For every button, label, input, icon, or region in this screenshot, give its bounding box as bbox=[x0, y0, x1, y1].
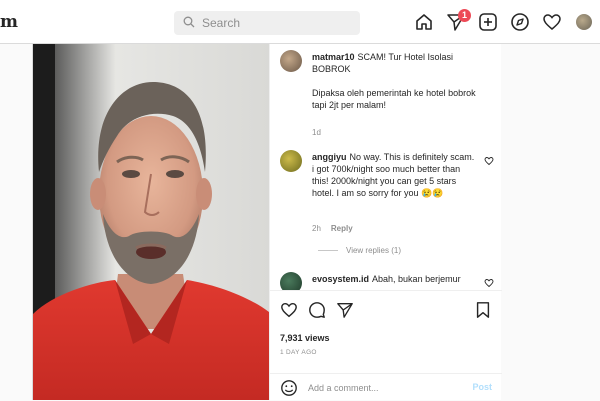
comment-username[interactable]: matmar10 bbox=[312, 52, 355, 62]
like-comment-icon[interactable] bbox=[484, 278, 494, 288]
post-timestamp: 1 DAY AGO bbox=[280, 349, 317, 356]
explore-icon[interactable] bbox=[510, 12, 530, 32]
comment-input[interactable] bbox=[308, 380, 458, 396]
post-video[interactable] bbox=[33, 44, 269, 400]
new-post-icon[interactable] bbox=[478, 12, 498, 32]
comment-text: evosystem.id Abah, bukan berjemur bbox=[312, 273, 476, 285]
comment-content: Abah, bukan berjemur bbox=[372, 274, 461, 284]
profile-avatar[interactable] bbox=[576, 14, 592, 30]
search-input[interactable] bbox=[202, 14, 352, 32]
add-comment-bar: Post bbox=[270, 373, 502, 401]
app-logo[interactable]: m bbox=[0, 12, 18, 32]
comment-time: 1d bbox=[312, 128, 321, 137]
comment-meta: 1d bbox=[312, 128, 331, 137]
home-icon[interactable] bbox=[414, 12, 434, 32]
reply-button[interactable]: Reply bbox=[331, 224, 353, 233]
views-count[interactable]: 7,931 views bbox=[280, 333, 330, 343]
comment-content-continued: Dipaksa oleh pemerintah ke hotel bobrok … bbox=[312, 88, 476, 110]
emoji-icon[interactable] bbox=[280, 379, 298, 397]
list-item: matmar10 SCAM! Tur Hotel Isolasi BOBROK D… bbox=[280, 50, 496, 140]
post-dialog: matmar10 SCAM! Tur Hotel Isolasi BOBROK D… bbox=[32, 44, 502, 400]
search-icon bbox=[183, 16, 195, 28]
comments-panel: matmar10 SCAM! Tur Hotel Isolasi BOBROK D… bbox=[269, 44, 502, 400]
like-icon[interactable] bbox=[280, 301, 298, 319]
comment-text: anggiyu No way. This is definitely scam. … bbox=[312, 151, 476, 199]
view-replies-label: View replies (1) bbox=[346, 246, 401, 255]
search-box[interactable] bbox=[174, 11, 360, 35]
post-actions: 7,931 views 1 DAY AGO Post bbox=[270, 290, 502, 400]
comment-list: matmar10 SCAM! Tur Hotel Isolasi BOBROK D… bbox=[270, 44, 502, 290]
video-frame bbox=[33, 44, 269, 400]
activity-icon[interactable] bbox=[542, 12, 562, 32]
save-bookmark-icon[interactable] bbox=[474, 301, 492, 319]
list-item: anggiyu No way. This is definitely scam. … bbox=[280, 150, 496, 260]
view-replies-link[interactable]: View replies (1) bbox=[318, 246, 401, 255]
comment-time: 2h bbox=[312, 224, 321, 233]
comment-text: matmar10 SCAM! Tur Hotel Isolasi BOBROK D… bbox=[312, 51, 476, 111]
replies-divider bbox=[318, 250, 338, 252]
comment-icon[interactable] bbox=[308, 301, 326, 319]
avatar[interactable] bbox=[280, 272, 302, 290]
top-navigation-bar: m 1 bbox=[0, 0, 600, 44]
share-icon[interactable] bbox=[336, 301, 354, 319]
avatar[interactable] bbox=[280, 50, 302, 72]
comment-username[interactable]: anggiyu bbox=[312, 152, 347, 162]
comment-username[interactable]: evosystem.id bbox=[312, 274, 369, 284]
avatar[interactable] bbox=[280, 150, 302, 172]
list-item: evosystem.id Abah, bukan berjemur bbox=[280, 272, 496, 290]
notification-badge: 1 bbox=[458, 9, 471, 22]
like-comment-icon[interactable] bbox=[484, 156, 494, 166]
post-comment-button[interactable]: Post bbox=[472, 382, 492, 392]
comment-meta: 2h Reply bbox=[312, 224, 363, 233]
